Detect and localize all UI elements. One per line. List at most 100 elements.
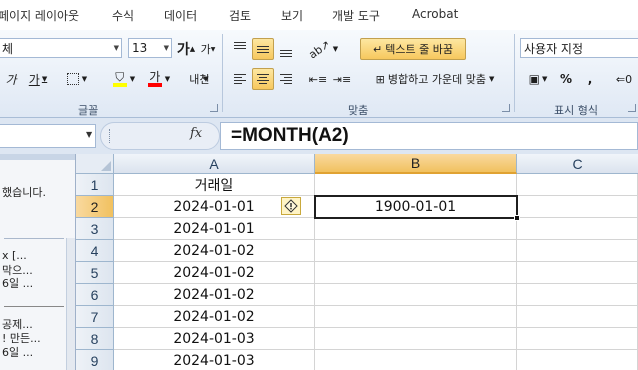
font-size-value: 13 xyxy=(132,41,148,55)
wrap-text-button[interactable]: ↵ 텍스트 줄 바꿈 xyxy=(360,38,466,60)
cell-b8[interactable] xyxy=(315,328,517,350)
phonetic-label: 내천 xyxy=(189,72,210,86)
orientation-button[interactable]: ab↗ ▼ xyxy=(306,37,338,61)
group-separator xyxy=(222,34,223,112)
cell-a8[interactable]: 2024-01-03 xyxy=(114,328,315,350)
tab-view[interactable]: 보기 xyxy=(281,7,303,24)
list-item[interactable]: 6일 ... xyxy=(2,344,33,360)
list-item[interactable]: 6일 ... xyxy=(2,275,33,291)
font-size-dropdown[interactable]: 13 ▼ xyxy=(128,38,172,58)
comma-style-button[interactable]: , xyxy=(580,68,600,90)
chevron-down-icon[interactable]: ▼ xyxy=(86,130,92,139)
cell-b3[interactable] xyxy=(315,218,517,240)
cell-c7[interactable] xyxy=(517,306,638,328)
cell-a9[interactable]: 2024-01-03 xyxy=(114,350,315,370)
cell-c2[interactable] xyxy=(517,196,638,218)
column-header-a[interactable]: A xyxy=(114,154,315,174)
row-header[interactable]: 4 xyxy=(76,240,114,262)
column-header-c[interactable]: C xyxy=(517,154,638,174)
cell-c3[interactable] xyxy=(517,218,638,240)
cell-b9[interactable] xyxy=(315,350,517,370)
font-dialog-launcher-icon[interactable] xyxy=(210,104,218,112)
cell-a1[interactable]: 거래일 xyxy=(114,174,315,196)
number-format-dropdown[interactable]: 사용자 지정 xyxy=(520,38,638,58)
accounting-format-button[interactable]: ▣ ▼ xyxy=(522,68,554,90)
align-top-button[interactable] xyxy=(230,38,250,60)
cell-b5[interactable] xyxy=(315,262,517,284)
align-bottom-button[interactable] xyxy=(276,38,296,60)
cell-a4[interactable]: 2024-01-02 xyxy=(114,240,315,262)
shrink-font-button[interactable]: 가 ▼ xyxy=(198,38,218,60)
chevron-down-icon: ▼ xyxy=(488,75,495,83)
increase-indent-button[interactable]: ⇥≡ xyxy=(332,68,352,90)
list-item[interactable]: x [... xyxy=(2,249,27,262)
name-box[interactable] xyxy=(0,124,96,148)
align-bottom-icon xyxy=(280,49,292,57)
error-smart-tag[interactable] xyxy=(281,197,301,215)
alignment-dialog-launcher-icon[interactable] xyxy=(502,104,510,112)
text-angle-icon: ab↗ xyxy=(306,37,333,61)
cell-c6[interactable] xyxy=(517,284,638,306)
decrease-indent-button[interactable]: ⇤≡ xyxy=(308,68,328,90)
row-header[interactable]: 3 xyxy=(76,218,114,240)
group-label-alignment: 맞춤 xyxy=(348,104,369,117)
formula-input[interactable]: =MONTH(A2) xyxy=(220,122,638,150)
font-name-dropdown[interactable]: 체 ▼ xyxy=(0,38,122,58)
tab-formulas[interactable]: 수식 xyxy=(112,7,134,24)
fill-color-button[interactable]: ⛉ ▼ xyxy=(108,68,140,90)
tab-developer[interactable]: 개발 도구 xyxy=(332,7,380,24)
wrap-text-icon: ↵ xyxy=(373,42,383,56)
row-header[interactable]: 6 xyxy=(76,284,114,306)
cell-c1[interactable] xyxy=(517,174,638,196)
cell-a7[interactable]: 2024-01-02 xyxy=(114,306,315,328)
align-middle-button[interactable] xyxy=(252,38,274,60)
align-top-icon xyxy=(234,41,246,49)
tab-review[interactable]: 검토 xyxy=(229,7,251,24)
number-format-value: 사용자 지정 xyxy=(524,41,584,56)
row-header[interactable]: 7 xyxy=(76,306,114,328)
borders-icon xyxy=(66,73,79,85)
row-header[interactable]: 2 xyxy=(76,196,114,218)
cell-c5[interactable] xyxy=(517,262,638,284)
align-right-button[interactable] xyxy=(276,68,296,90)
cell-a3[interactable]: 2024-01-01 xyxy=(114,218,315,240)
warning-diamond-icon xyxy=(284,199,298,213)
column-header-b[interactable]: B xyxy=(315,154,517,174)
chevron-down-icon: ▼ xyxy=(41,75,48,83)
cell-b4[interactable] xyxy=(315,240,517,262)
fill-handle[interactable] xyxy=(514,215,520,221)
drag-handle-icon[interactable] xyxy=(109,129,112,143)
cell-c8[interactable] xyxy=(517,328,638,350)
borders-button[interactable]: ▼ xyxy=(62,68,92,90)
tab-acrobat[interactable]: Acrobat xyxy=(412,7,458,21)
italic-button[interactable]: 가 xyxy=(2,68,20,90)
row-header[interactable]: 5 xyxy=(76,262,114,284)
select-all-button[interactable] xyxy=(76,154,114,174)
merge-center-button[interactable]: ⊞ 병합하고 가운데 맞춤 ▼ xyxy=(360,68,510,90)
cell-a6[interactable]: 2024-01-02 xyxy=(114,284,315,306)
active-cell-outline xyxy=(314,195,518,219)
align-center-button[interactable] xyxy=(252,68,274,90)
cell-b7[interactable] xyxy=(315,306,517,328)
underline-button[interactable]: 가 ▼ xyxy=(24,68,52,90)
insert-function-button[interactable]: fx xyxy=(190,126,202,141)
grow-font-button[interactable]: 가 ▲ xyxy=(176,38,196,60)
row-header[interactable]: 9 xyxy=(76,350,114,370)
number-dialog-launcher-icon[interactable] xyxy=(628,104,636,112)
font-color-button[interactable]: 가 ▼ xyxy=(144,68,174,90)
row-header[interactable]: 1 xyxy=(76,174,114,196)
phonetic-button[interactable]: 내천 ▼ xyxy=(186,68,212,90)
percent-style-button[interactable]: % xyxy=(556,68,576,90)
task-pane-scrollbar[interactable] xyxy=(66,238,75,370)
cell-b1[interactable] xyxy=(315,174,517,196)
cell-b6[interactable] xyxy=(315,284,517,306)
align-left-button[interactable] xyxy=(230,68,250,90)
task-pane-header xyxy=(0,154,75,160)
cell-c9[interactable] xyxy=(517,350,638,370)
tab-data[interactable]: 데이터 xyxy=(164,7,197,24)
tab-page-layout[interactable]: 페이지 레이아웃 xyxy=(0,7,79,24)
increase-decimal-button[interactable]: ⇐0 xyxy=(612,68,636,90)
cell-a5[interactable]: 2024-01-02 xyxy=(114,262,315,284)
row-header[interactable]: 8 xyxy=(76,328,114,350)
cell-c4[interactable] xyxy=(517,240,638,262)
